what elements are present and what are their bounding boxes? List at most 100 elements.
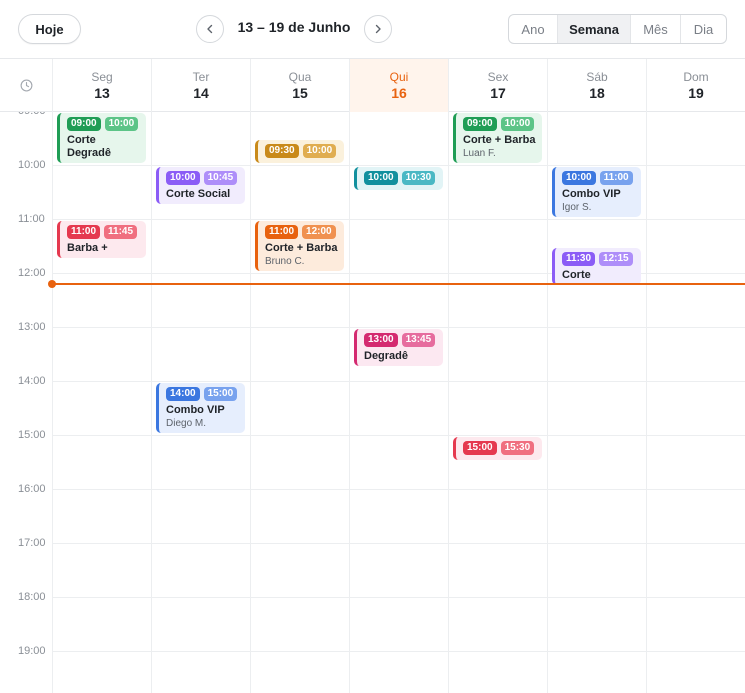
time-column-header: [0, 59, 52, 112]
event-client: Luan F.: [463, 148, 496, 160]
event-time-badges: 11:00 11:45: [67, 225, 140, 240]
appointment-event[interactable]: 11:00 11:45 Barba +: [57, 221, 146, 258]
event-start-time: 10:00: [562, 171, 596, 186]
hour-gridline: [52, 651, 745, 653]
day-column-divider: [448, 112, 449, 693]
day-header-dom[interactable]: Dom 19: [646, 59, 745, 112]
view-switcher: Ano Semana Mês Dia: [508, 14, 727, 44]
event-end-time: 13:45: [401, 333, 436, 348]
appointment-event[interactable]: 14:00 15:00 Combo VIP Diego M.: [156, 383, 245, 434]
hour-gridline: [52, 435, 745, 437]
view-year-tab[interactable]: Ano: [509, 15, 558, 43]
appointment-event[interactable]: 11:00 12:00 Corte + Barba Bruno C.: [255, 221, 344, 272]
date-range-title: 13 – 19 de Junho: [237, 19, 351, 35]
today-button[interactable]: Hoje: [18, 14, 81, 44]
event-time-badges: 10:00 11:00: [562, 171, 635, 186]
event-time-badges: 10:00 10:30: [364, 171, 437, 186]
hour-label: 15:00: [18, 429, 46, 442]
day-header-sex[interactable]: Sex 17: [448, 59, 547, 112]
day-name: Qui: [389, 70, 409, 84]
event-title: Corte + Barba: [463, 134, 536, 147]
hour-gridline: [52, 219, 745, 221]
hour-label: 19:00: [18, 645, 46, 658]
event-end-time: 11:00: [599, 171, 633, 186]
event-title: Barba +: [67, 242, 108, 255]
appointment-event[interactable]: 10:00 10:45 Corte Social: [156, 167, 245, 204]
event-title: Combo VIP: [562, 188, 621, 201]
day-name: Sáb: [586, 70, 608, 84]
appointment-event[interactable]: 09:00 10:00 Corte + Barba Luan F.: [453, 113, 542, 164]
event-client: Diego M.: [166, 418, 207, 430]
hour-gridline: [52, 597, 745, 599]
day-number: 15: [292, 85, 308, 101]
appointment-event[interactable]: 09:00 10:00 Corte Degradê: [57, 113, 146, 164]
event-time-badges: 09:30 10:00: [265, 144, 338, 159]
day-header-row: Seg 13 Ter 14 Qua 15 Qui 16 Sex 17 Sáb 18 Dom 19: [0, 58, 745, 112]
day-header-qui[interactable]: Qui 16: [349, 59, 448, 112]
event-end-time: 10:00: [302, 144, 337, 159]
event-start-time: 09:00: [463, 117, 497, 132]
event-start-time: 15:00: [463, 441, 497, 456]
chevron-right-icon: [375, 24, 381, 34]
day-header-seg[interactable]: Seg 13: [52, 59, 151, 112]
day-name: Dom: [683, 70, 709, 84]
event-time-badges: 11:30 12:15: [562, 252, 635, 267]
day-column-divider: [52, 112, 53, 693]
hour-gridline: [52, 543, 745, 545]
hour-label: 14:00: [18, 375, 46, 388]
event-end-time: 10:00: [104, 117, 139, 132]
hour-gridline: [52, 327, 745, 329]
day-name: Ter: [192, 70, 210, 84]
view-week-tab[interactable]: Semana: [558, 15, 631, 43]
event-title: Corte: [562, 269, 591, 282]
event-end-time: 11:45: [104, 225, 138, 240]
day-header-ter[interactable]: Ter 14: [151, 59, 250, 112]
day-number: 16: [391, 85, 407, 101]
current-time-line: [52, 282, 745, 285]
event-end-time: 15:30: [500, 441, 535, 456]
day-header-sáb[interactable]: Sáb 18: [547, 59, 646, 112]
event-end-time: 10:45: [203, 171, 238, 186]
day-name: Sex: [487, 70, 509, 84]
event-end-time: 10:00: [500, 117, 535, 132]
view-month-tab[interactable]: Mês: [631, 15, 681, 43]
day-column-divider: [151, 112, 152, 693]
appointment-event[interactable]: 15:00 15:30: [453, 437, 542, 461]
day-number: 18: [589, 85, 605, 101]
event-start-time: 09:30: [265, 144, 299, 159]
appointment-event[interactable]: 09:30 10:00: [255, 140, 344, 164]
event-start-time: 14:00: [166, 387, 200, 402]
day-header-qua[interactable]: Qua 15: [250, 59, 349, 112]
day-name: Qua: [288, 70, 312, 84]
event-end-time: 12:00: [302, 225, 336, 240]
event-time-badges: 14:00 15:00: [166, 387, 239, 402]
week-grid[interactable]: 09:0010:0011:0012:0013:0014:0015:0016:00…: [0, 112, 745, 693]
hour-label: 11:00: [18, 213, 45, 226]
chevron-left-icon: [207, 24, 213, 34]
hour-gridline: [52, 381, 745, 383]
event-time-badges: 09:00 10:00: [67, 117, 140, 132]
day-number: 14: [193, 85, 209, 101]
event-title: Degradê: [364, 350, 409, 363]
event-end-time: 15:00: [203, 387, 238, 402]
clock-icon: [20, 79, 32, 92]
appointment-event[interactable]: 10:00 11:00 Combo VIP Igor S.: [552, 167, 641, 218]
hour-gridline: [52, 489, 745, 491]
appointment-event[interactable]: 11:30 12:15 Corte: [552, 248, 641, 285]
view-day-tab[interactable]: Dia: [681, 15, 726, 43]
previous-week-button[interactable]: [196, 15, 224, 43]
event-time-badges: 11:00 12:00: [265, 225, 338, 240]
event-start-time: 11:00: [67, 225, 101, 240]
hour-label: 10:00: [18, 159, 46, 172]
day-column-divider: [349, 112, 350, 693]
appointment-event[interactable]: 13:00 13:45 Degradê: [354, 329, 443, 366]
hour-label: 09:00: [18, 112, 46, 117]
hour-label: 17:00: [18, 537, 46, 550]
day-number: 17: [490, 85, 506, 101]
event-start-time: 11:00: [265, 225, 299, 240]
event-start-time: 10:00: [364, 171, 398, 186]
event-title: Corte Degradê: [67, 134, 112, 160]
next-week-button[interactable]: [364, 15, 392, 43]
appointment-event[interactable]: 10:00 10:30: [354, 167, 443, 191]
event-client: Bruno C.: [265, 256, 305, 268]
